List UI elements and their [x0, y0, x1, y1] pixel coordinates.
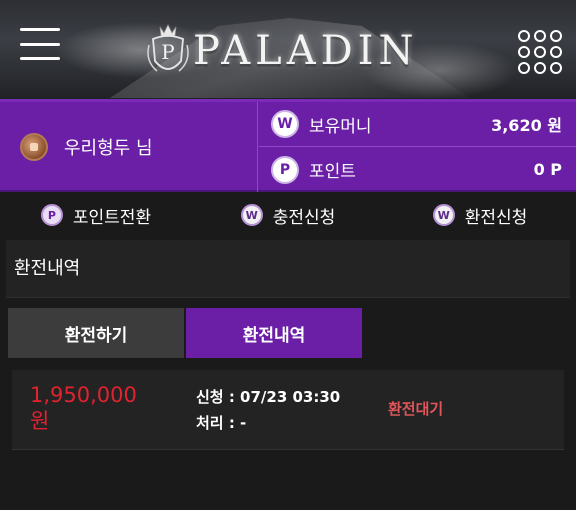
svg-text:P: P — [161, 40, 174, 64]
top-header: P PALADIN — [0, 0, 576, 102]
amount-value: 1,950,000 — [30, 383, 137, 407]
point-convert-label: 포인트전환 — [72, 207, 152, 228]
tab-withdraw[interactable]: 환전하기 — [8, 308, 184, 358]
money-value: 3,620 원 — [491, 116, 562, 135]
username: 우리형두 님 — [64, 138, 153, 159]
avatar — [20, 133, 48, 161]
point-label: 포인트 — [309, 162, 356, 182]
point-convert-button[interactable]: P 포인트전환 — [0, 203, 192, 228]
deposit-request-label: 충전신청 — [272, 207, 336, 228]
point-icon: P — [40, 204, 63, 226]
withdraw-dates: 신청 : 07/23 03:30 처리 : - — [196, 384, 340, 436]
brand-logo[interactable]: P PALADIN — [145, 16, 445, 86]
list-item[interactable]: 1,950,000 원 신청 : 07/23 03:30 처리 : - 환전대기 — [12, 370, 564, 450]
tab-withdraw-history[interactable]: 환전내역 — [186, 308, 362, 358]
money-label: 보유머니 — [309, 116, 372, 137]
brand-name: PALADIN — [193, 28, 419, 74]
point-value: 0 P — [533, 160, 562, 179]
status-badge: 환전대기 — [388, 400, 444, 418]
action-bar: P 포인트전환 W 충전신청 W 환전신청 — [0, 192, 576, 238]
withdraw-amount: 1,950,000 원 — [30, 382, 170, 434]
user-balance-panel: 우리형두 님 W 보유머니 3,620 원 P 포인트 0 P — [0, 102, 576, 192]
money-balance-row: W 보유머니 3,620 원 — [259, 102, 576, 147]
user-info[interactable]: 우리형두 님 — [0, 102, 258, 192]
won-coin-icon: W — [240, 204, 263, 226]
point-coin-icon: P — [271, 155, 299, 184]
withdraw-request-button[interactable]: W 환전신청 — [384, 203, 576, 228]
processed-date: 처리 : - — [196, 414, 247, 432]
exchange-icon: W — [432, 204, 455, 226]
point-balance-row: P 포인트 0 P — [259, 147, 576, 192]
requested-date: 신청 : 07/23 03:30 — [196, 388, 341, 406]
won-coin-icon: W — [271, 110, 299, 138]
withdraw-request-label: 환전신청 — [464, 207, 528, 228]
menu-icon[interactable] — [20, 28, 60, 60]
page-title: 환전내역 — [6, 240, 570, 298]
amount-currency: 원 — [30, 409, 50, 433]
deposit-request-button[interactable]: W 충전신청 — [192, 203, 384, 228]
logo-crest-icon: P — [145, 21, 191, 81]
apps-grid-icon[interactable] — [518, 30, 562, 74]
